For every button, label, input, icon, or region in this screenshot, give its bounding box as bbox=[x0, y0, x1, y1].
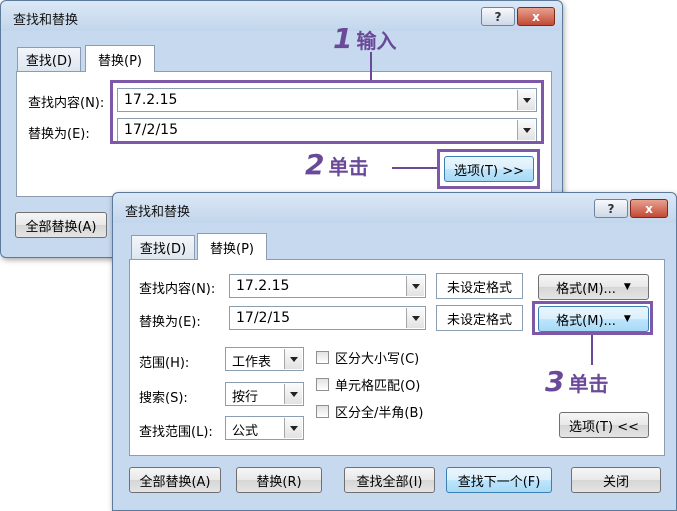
find-format-button[interactable]: 格式(M)... ▼ bbox=[538, 274, 649, 300]
help-icon: ? bbox=[607, 201, 615, 216]
replace-with-label: 替换为(E): bbox=[28, 127, 90, 142]
within-select[interactable]: 工作表 bbox=[225, 347, 304, 371]
tab-replace[interactable]: 替换(P) bbox=[197, 233, 267, 260]
find-format-status: 未设定格式 bbox=[436, 273, 523, 299]
chevron-down-icon[interactable] bbox=[406, 276, 424, 296]
chevron-down-icon[interactable] bbox=[284, 349, 302, 369]
match-case-checkbox[interactable]: 区分大小写(C) bbox=[316, 348, 419, 367]
close-icon: x bbox=[645, 201, 653, 216]
find-all-button[interactable]: 查找全部(I) bbox=[344, 467, 435, 493]
close-icon: x bbox=[532, 9, 540, 24]
close-dialog-button[interactable]: 关闭 bbox=[571, 467, 661, 493]
search-label: 搜索(S): bbox=[139, 391, 188, 406]
within-label: 范围(H): bbox=[139, 356, 190, 371]
step-2-text: 单击 bbox=[328, 155, 369, 179]
step-1-text: 输入 bbox=[356, 29, 397, 53]
look-in-value: 公式 bbox=[232, 424, 259, 439]
match-case-label: 区分大小写(C) bbox=[335, 352, 420, 367]
dropdown-arrow-icon: ▼ bbox=[623, 282, 631, 292]
help-button[interactable]: ? bbox=[594, 199, 628, 218]
back-dialog-title: 查找和替换 bbox=[13, 13, 79, 28]
front-dialog-title: 查找和替换 bbox=[125, 205, 191, 220]
look-in-select[interactable]: 公式 bbox=[225, 416, 304, 440]
tab-find[interactable]: 查找(D) bbox=[17, 47, 81, 71]
match-byte-label: 区分全/半角(B) bbox=[335, 406, 424, 421]
checkbox-icon[interactable] bbox=[316, 378, 329, 391]
find-what-label: 查找内容(N): bbox=[28, 96, 105, 111]
step-2-annotation: 2 单击 bbox=[305, 148, 368, 181]
options-collapse-label: 选项(T) << bbox=[568, 419, 639, 435]
step-3-annotation: 3 单击 bbox=[545, 365, 608, 398]
replace-format-status-text: 未设定格式 bbox=[446, 312, 512, 328]
replace-with-label: 替换为(E): bbox=[139, 315, 201, 330]
replace-format-status: 未设定格式 bbox=[436, 305, 523, 331]
step-2-number: 2 bbox=[305, 148, 325, 181]
search-value: 按行 bbox=[232, 390, 259, 405]
close-dialog-label: 关闭 bbox=[602, 474, 629, 490]
back-dialog-titlebar[interactable]: 查找和替换 ? x bbox=[1, 1, 562, 31]
chevron-down-icon[interactable] bbox=[284, 384, 302, 404]
close-button[interactable]: x bbox=[630, 199, 668, 218]
chevron-down-icon[interactable] bbox=[406, 308, 424, 328]
options-button-highlight bbox=[437, 149, 540, 189]
find-next-button[interactable]: 查找下一个(F) bbox=[446, 467, 552, 493]
step-3-connector bbox=[591, 335, 593, 365]
front-dialog-titlebar[interactable]: 查找和替换 ? x bbox=[113, 193, 676, 223]
replace-all-button[interactable]: 全部替换(A) bbox=[129, 467, 221, 493]
find-format-status-text: 未设定格式 bbox=[446, 280, 512, 296]
find-what-combo[interactable]: 17.2.15 bbox=[229, 274, 426, 298]
back-replace-all-label: 全部替换(A) bbox=[25, 219, 97, 235]
match-cell-label: 单元格匹配(O) bbox=[335, 379, 421, 394]
help-icon: ? bbox=[494, 9, 502, 24]
format-button-highlight bbox=[532, 301, 653, 335]
step-1-annotation: 1 输入 bbox=[333, 22, 396, 55]
replace-with-value: 17/2/15 bbox=[236, 310, 290, 326]
match-cell-checkbox[interactable]: 单元格匹配(O) bbox=[316, 375, 420, 394]
find-what-label: 查找内容(N): bbox=[139, 282, 216, 297]
step-3-number: 3 bbox=[545, 365, 565, 398]
replace-button[interactable]: 替换(R) bbox=[236, 467, 322, 493]
step-1-number: 1 bbox=[333, 22, 353, 55]
search-select[interactable]: 按行 bbox=[225, 382, 304, 406]
look-in-label: 查找范围(L): bbox=[139, 425, 213, 440]
step-1-connector bbox=[370, 52, 372, 80]
tab-find[interactable]: 查找(D) bbox=[131, 235, 195, 259]
checkbox-icon[interactable] bbox=[316, 351, 329, 364]
replace-all-label: 全部替换(A) bbox=[139, 474, 211, 490]
find-all-label: 查找全部(I) bbox=[356, 474, 423, 490]
input-fields-highlight bbox=[110, 80, 544, 144]
find-format-label: 格式(M)... bbox=[556, 281, 616, 297]
replace-label: 替换(R) bbox=[256, 474, 302, 490]
find-next-label: 查找下一个(F) bbox=[457, 474, 541, 490]
match-byte-checkbox[interactable]: 区分全/半角(B) bbox=[316, 402, 423, 421]
replace-with-combo[interactable]: 17/2/15 bbox=[229, 306, 426, 330]
close-button[interactable]: x bbox=[517, 7, 555, 26]
front-tab-panel: 查找内容(N): 17.2.15 未设定格式 格式(M)... ▼ 替换为(E)… bbox=[129, 259, 665, 456]
step-3-text: 单击 bbox=[568, 372, 609, 396]
back-replace-all-button[interactable]: 全部替换(A) bbox=[15, 212, 107, 238]
options-collapse-button[interactable]: 选项(T) << bbox=[559, 412, 649, 438]
within-value: 工作表 bbox=[232, 355, 272, 370]
find-what-value: 17.2.15 bbox=[236, 278, 290, 294]
chevron-down-icon[interactable] bbox=[284, 418, 302, 438]
step-2-connector bbox=[392, 167, 437, 169]
help-button[interactable]: ? bbox=[481, 7, 515, 26]
tab-replace[interactable]: 替换(P) bbox=[85, 45, 155, 72]
checkbox-icon[interactable] bbox=[316, 405, 329, 418]
